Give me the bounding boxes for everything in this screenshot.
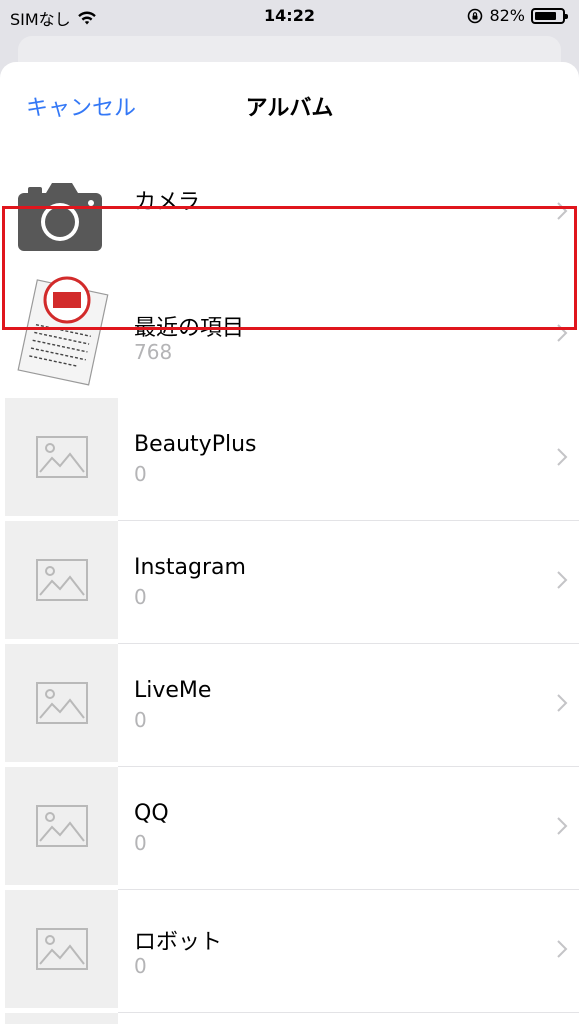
album-thumbnail xyxy=(5,521,118,639)
chevron-right-icon xyxy=(557,571,568,589)
page-title: アルバム xyxy=(245,96,334,121)
album-picker-sheet: キャンセル アルバム カメラ 最近の項目 768 BeautyPlus 0 In… xyxy=(0,62,579,1024)
orientation-lock-icon xyxy=(468,8,483,23)
album-count: 0 xyxy=(134,954,147,978)
album-name: カメラ xyxy=(134,190,201,215)
chevron-right-icon xyxy=(557,694,568,712)
album-row-qq[interactable]: QQ 0 xyxy=(0,767,579,890)
battery-percent: 82% xyxy=(489,6,525,25)
image-placeholder-icon xyxy=(35,559,88,601)
album-name: 最近の項目 xyxy=(134,316,245,341)
status-right: 82% xyxy=(467,6,568,25)
image-placeholder-icon xyxy=(35,805,88,847)
album-name: QQ xyxy=(134,801,169,826)
chevron-right-icon xyxy=(557,817,568,835)
album-name: ロボット xyxy=(134,930,223,955)
album-row-instagram[interactable]: Instagram 0 xyxy=(0,521,579,644)
album-thumbnail xyxy=(5,272,118,390)
album-name: Instagram xyxy=(134,555,246,580)
chevron-right-icon xyxy=(557,324,568,342)
image-placeholder-icon xyxy=(35,928,88,970)
album-thumbnail xyxy=(5,767,118,885)
album-count: 0 xyxy=(134,831,147,855)
album-name: BeautyPlus xyxy=(134,432,257,457)
album-thumbnail xyxy=(5,398,118,516)
nav-bar: キャンセル アルバム xyxy=(0,62,579,148)
album-name: LiveMe xyxy=(134,678,212,703)
album-thumbnail xyxy=(5,890,118,1008)
album-row-robot[interactable]: ロボット 0 xyxy=(0,890,579,1013)
camera-icon xyxy=(18,183,102,251)
battery-fill xyxy=(535,11,557,20)
image-placeholder-icon xyxy=(35,436,88,478)
album-count: 0 xyxy=(134,585,147,609)
status-bar: SIMなし 14:22 82% xyxy=(0,0,579,34)
important-document-icon xyxy=(17,276,109,386)
chevron-right-icon xyxy=(557,202,568,220)
album-row-camera[interactable]: カメラ xyxy=(0,158,579,281)
album-thumbnail xyxy=(14,158,106,276)
chevron-right-icon xyxy=(557,940,568,958)
album-count: 0 xyxy=(134,708,147,732)
album-row-partial[interactable] xyxy=(0,1013,579,1024)
chevron-right-icon xyxy=(557,448,568,466)
album-row-beautyplus[interactable]: BeautyPlus 0 xyxy=(0,398,579,521)
album-count: 0 xyxy=(134,462,147,486)
album-row-liveme[interactable]: LiveMe 0 xyxy=(0,644,579,767)
album-row-recent-items[interactable]: 最近の項目 768 xyxy=(0,272,579,395)
album-count: 768 xyxy=(134,340,173,364)
album-thumbnail xyxy=(5,1013,118,1024)
album-thumbnail xyxy=(5,644,118,762)
battery-icon xyxy=(531,7,568,24)
image-placeholder-icon xyxy=(35,682,88,724)
